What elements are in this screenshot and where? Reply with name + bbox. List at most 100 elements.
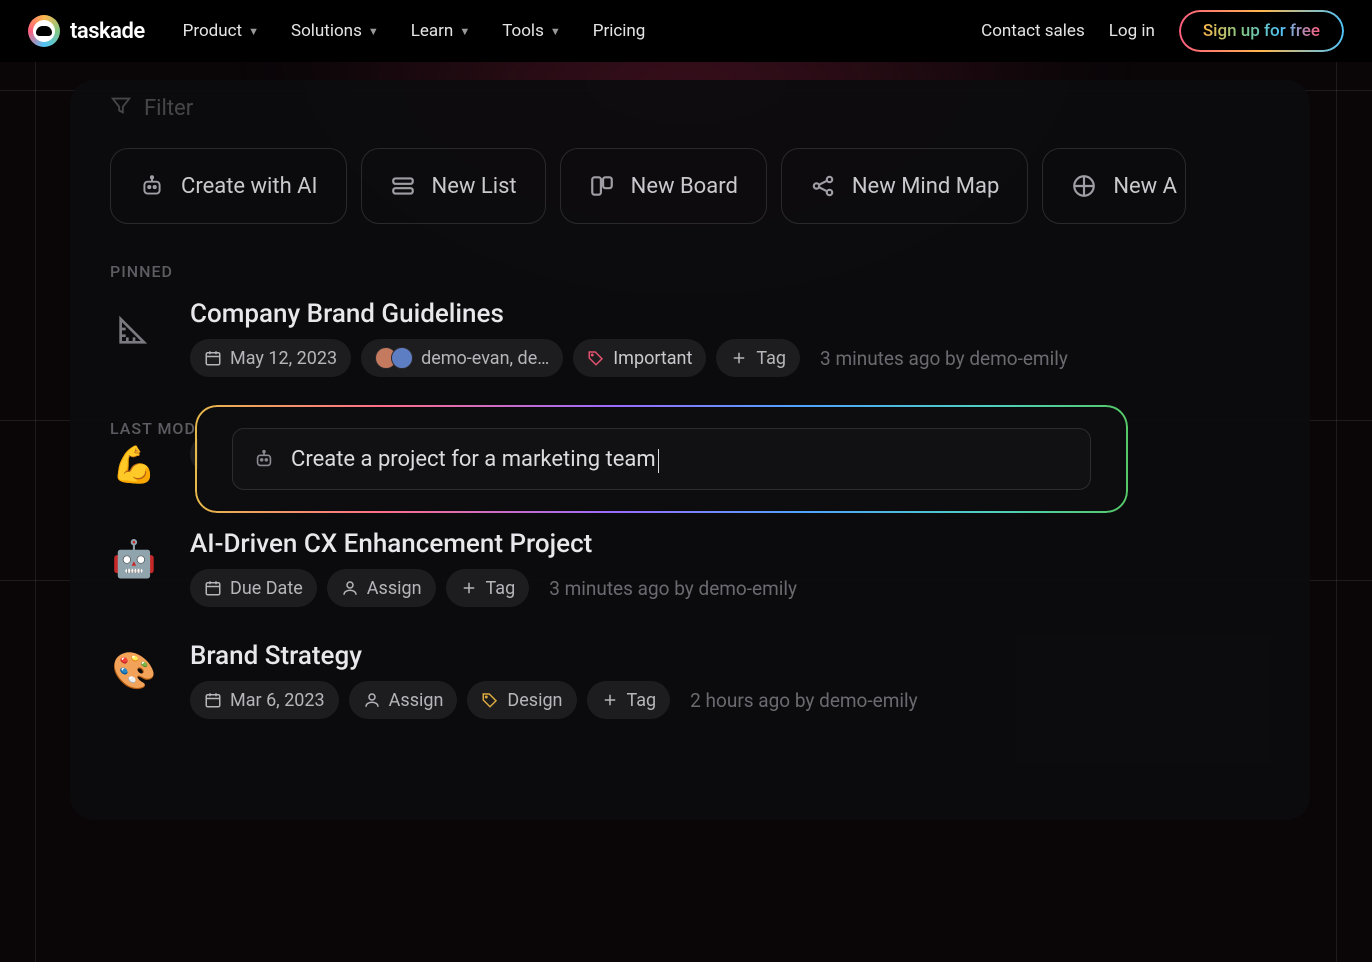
- add-tag-chip[interactable]: Tag: [716, 339, 800, 377]
- filter-row[interactable]: Filter: [110, 94, 1280, 122]
- new-board-button[interactable]: New Board: [560, 148, 767, 224]
- plus-icon: [460, 579, 478, 597]
- new-mindmap-label: New Mind Map: [852, 174, 999, 199]
- project-title: Brand Strategy: [190, 641, 1280, 671]
- nav-tools-label: Tools: [502, 21, 544, 41]
- nav-product[interactable]: Product ▼: [183, 21, 259, 41]
- create-row: Create with AI New List New Board New Mi…: [110, 148, 1280, 224]
- board-icon: [589, 173, 615, 199]
- add-tag-chip[interactable]: Tag: [587, 681, 671, 719]
- nav-pricing-label: Pricing: [593, 21, 646, 41]
- new-mindmap-button[interactable]: New Mind Map: [781, 148, 1028, 224]
- project-chips: Due Date Assign Tag 3 minutes ago by dem…: [190, 569, 1280, 607]
- secondary-nav: Contact sales Log in Sign up for free: [981, 10, 1344, 52]
- new-list-label: New List: [432, 174, 517, 199]
- robot-icon: [253, 448, 275, 470]
- chevron-down-icon: ▼: [459, 25, 470, 38]
- new-board-label: New Board: [631, 174, 738, 199]
- add-tag-chip[interactable]: Tag: [446, 569, 530, 607]
- date-chip[interactable]: Mar 6, 2023: [190, 681, 339, 719]
- new-action-label: New A: [1113, 174, 1177, 199]
- calendar-icon: [204, 349, 222, 367]
- grid-line: [1336, 62, 1337, 962]
- mindmap-icon: [810, 173, 836, 199]
- signup-button[interactable]: Sign up for free: [1179, 10, 1344, 52]
- avatar-stack: [375, 347, 413, 369]
- flex-arm-icon: 💪: [110, 435, 158, 495]
- add-tag-label: Tag: [486, 578, 516, 599]
- signup-label: Sign up for free: [1203, 21, 1320, 41]
- assign-chip[interactable]: Assign: [327, 569, 436, 607]
- date-chip-label: Mar 6, 2023: [230, 690, 325, 711]
- plus-icon: [601, 691, 619, 709]
- ruler-icon: [110, 299, 158, 359]
- project-meta: 2 hours ago by demo-emily: [690, 689, 917, 712]
- create-with-ai-button[interactable]: Create with AI: [110, 148, 347, 224]
- project-chips: Mar 6, 2023 Assign Design Tag 2 hours: [190, 681, 1280, 719]
- ai-prompt-box[interactable]: Create a project for a marketing team: [195, 405, 1128, 513]
- nav-tools[interactable]: Tools ▼: [502, 21, 561, 41]
- date-chip-label: May 12, 2023: [230, 348, 337, 369]
- new-action-button[interactable]: New A: [1042, 148, 1186, 224]
- section-pinned-label: PINNED: [110, 262, 1280, 281]
- important-tag-label: Important: [613, 348, 692, 369]
- robot-emoji-icon: 🤖: [110, 529, 158, 589]
- primary-nav: Product ▼ Solutions ▼ Learn ▼ Tools ▼ Pr…: [183, 21, 646, 41]
- nav-solutions[interactable]: Solutions ▼: [291, 21, 379, 41]
- ai-prompt-input[interactable]: Create a project for a marketing team: [232, 428, 1091, 490]
- assign-label: Assign: [389, 690, 444, 711]
- list-icon: [390, 173, 416, 199]
- calendar-icon: [204, 691, 222, 709]
- project-ai-cx[interactable]: 🤖 AI-Driven CX Enhancement Project Due D…: [110, 529, 1280, 607]
- design-tag-label: Design: [507, 690, 562, 711]
- site-header: taskade Product ▼ Solutions ▼ Learn ▼ To…: [0, 0, 1372, 62]
- nav-learn[interactable]: Learn ▼: [411, 21, 470, 41]
- robot-icon: [139, 173, 165, 199]
- login-link[interactable]: Log in: [1109, 21, 1155, 41]
- ai-prompt-text: Create a project for a marketing team: [291, 447, 656, 472]
- create-ai-label: Create with AI: [181, 174, 318, 199]
- filter-label: Filter: [144, 96, 193, 121]
- person-icon: [341, 579, 359, 597]
- filter-icon: [110, 94, 132, 122]
- add-tag-label: Tag: [627, 690, 657, 711]
- chevron-down-icon: ▼: [550, 25, 561, 38]
- calendar-icon: [204, 579, 222, 597]
- palette-icon: 🎨: [110, 641, 158, 701]
- assign-chip[interactable]: Assign: [349, 681, 458, 719]
- new-list-button[interactable]: New List: [361, 148, 546, 224]
- project-body: Company Brand Guidelines May 12, 2023 de…: [190, 299, 1280, 377]
- due-date-chip[interactable]: Due Date: [190, 569, 317, 607]
- chevron-down-icon: ▼: [368, 25, 379, 38]
- project-brand-guidelines[interactable]: Company Brand Guidelines May 12, 2023 de…: [110, 299, 1280, 377]
- add-tag-label: Tag: [756, 348, 786, 369]
- workspace-panel: Filter Create with AI New List New Board…: [70, 80, 1310, 820]
- plus-icon: [730, 349, 748, 367]
- date-chip[interactable]: May 12, 2023: [190, 339, 351, 377]
- assign-label: Assign: [367, 578, 422, 599]
- assignees-chip[interactable]: demo-evan, de…: [361, 339, 563, 377]
- project-chips: May 12, 2023 demo-evan, de… Important Ta…: [190, 339, 1280, 377]
- project-title: Company Brand Guidelines: [190, 299, 1280, 329]
- design-tag-chip[interactable]: Design: [467, 681, 576, 719]
- contact-sales-link[interactable]: Contact sales: [981, 21, 1085, 41]
- assignees-label: demo-evan, de…: [421, 348, 549, 369]
- brand-name: taskade: [70, 19, 145, 44]
- avatar: [391, 347, 413, 369]
- brand-mark-icon: [28, 15, 60, 47]
- person-icon: [363, 691, 381, 709]
- project-body: AI-Driven CX Enhancement Project Due Dat…: [190, 529, 1280, 607]
- ai-prompt-inner: Create a project for a marketing team: [198, 408, 1125, 510]
- chevron-down-icon: ▼: [248, 25, 259, 38]
- nav-pricing[interactable]: Pricing: [593, 21, 646, 41]
- action-icon: [1071, 173, 1097, 199]
- tag-icon: [481, 691, 499, 709]
- project-brand-strategy[interactable]: 🎨 Brand Strategy Mar 6, 2023 Assign Desi…: [110, 641, 1280, 719]
- due-date-label: Due Date: [230, 578, 303, 599]
- project-meta: 3 minutes ago by demo-emily: [820, 347, 1068, 370]
- project-meta: 3 minutes ago by demo-emily: [549, 577, 797, 600]
- nav-learn-label: Learn: [411, 21, 454, 41]
- brand-logo[interactable]: taskade: [28, 15, 145, 47]
- important-tag-chip[interactable]: Important: [573, 339, 706, 377]
- section-modified-label: LAST MOD: [110, 419, 196, 438]
